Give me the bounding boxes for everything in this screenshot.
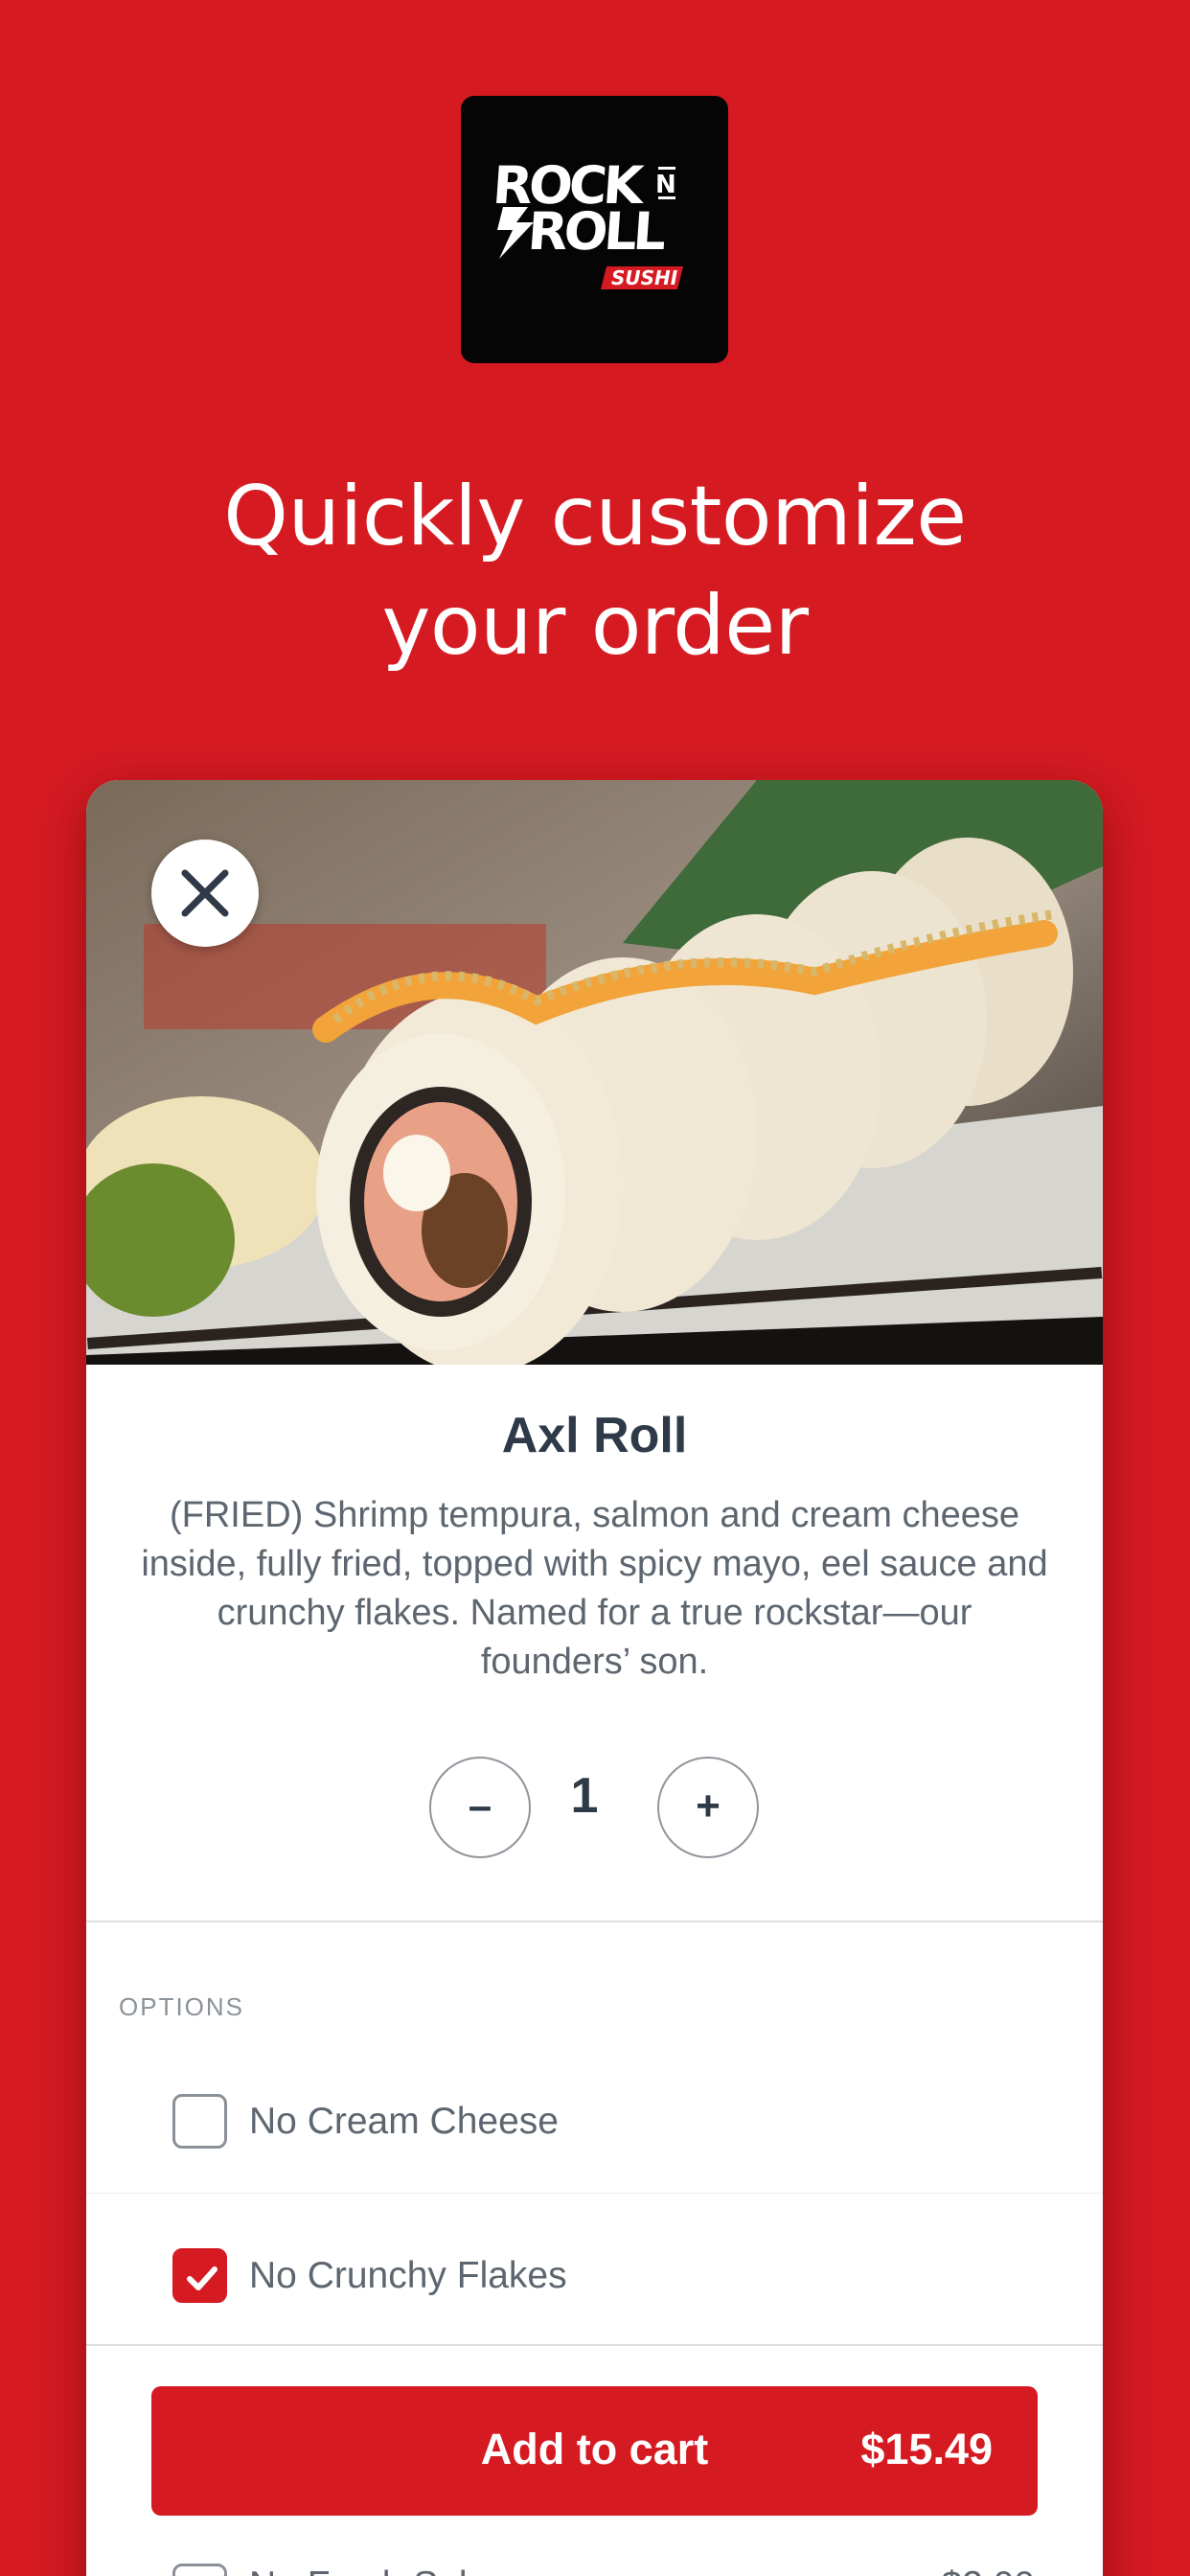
- option-label: No Crunchy Flakes: [249, 2255, 567, 2296]
- option-no-fresh-salmon[interactable]: No Fresh Salmon $2.00: [86, 2543, 1103, 2576]
- checkbox-unchecked[interactable]: [172, 2094, 227, 2149]
- divider: [86, 2344, 1103, 2346]
- checkmark-icon: [187, 2266, 217, 2290]
- option-label: No Fresh Salmon: [249, 2564, 539, 2576]
- quantity-value: 1: [570, 1768, 599, 1824]
- divider: [86, 1920, 1103, 1922]
- option-price: $2.00: [941, 2564, 1035, 2576]
- option-no-cream-cheese[interactable]: No Cream Cheese: [86, 2074, 1103, 2170]
- options-heading: OPTIONS: [119, 1992, 245, 2021]
- sushi-roll-image: [86, 780, 1103, 1365]
- close-button[interactable]: [151, 840, 259, 947]
- svg-text:SUSHI: SUSHI: [611, 266, 678, 289]
- svg-text:ROLL: ROLL: [526, 201, 667, 262]
- cart-total-price: $15.49: [860, 2425, 993, 2473]
- divider: [86, 2193, 1103, 2194]
- headline-line-2: your order: [381, 578, 809, 674]
- headline: Quickly customize your order: [0, 462, 1190, 680]
- checkbox-checked[interactable]: [172, 2248, 227, 2303]
- item-title: Axl Roll: [501, 1408, 688, 1463]
- add-to-cart-button[interactable]: Add to cart $15.49: [151, 2386, 1038, 2516]
- headline-line-1: Quickly customize: [223, 469, 967, 564]
- option-no-crunchy-flakes[interactable]: No Crunchy Flakes: [86, 2228, 1103, 2324]
- option-label: No Cream Cheese: [249, 2101, 559, 2142]
- item-description: (FRIED) Shrimp tempura, salmon and cream…: [141, 1495, 1048, 1682]
- rock-n-roll-sushi-logo: ROCK N ROLL SUSHI: [461, 96, 728, 363]
- close-icon: [181, 869, 229, 917]
- logo-graphic: ROCK N ROLL SUSHI: [491, 155, 683, 289]
- quantity-increment-button[interactable]: +: [657, 1757, 759, 1858]
- app-screen: ROCK N ROLL SUSHI Quickly customize your…: [0, 0, 1190, 2576]
- product-card: Axl Roll (FRIED) Shrimp tempura, salmon …: [86, 780, 1103, 2576]
- svg-text:N: N: [655, 171, 676, 199]
- checkbox-unchecked[interactable]: [172, 2564, 227, 2576]
